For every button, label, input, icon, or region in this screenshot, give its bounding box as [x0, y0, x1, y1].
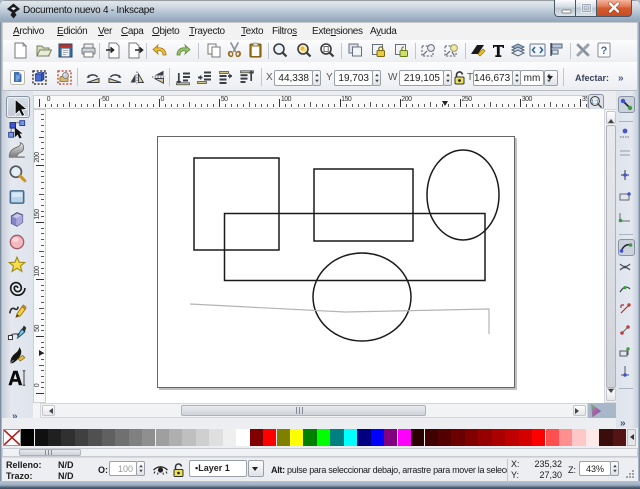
svg-text:?: ?: [601, 45, 608, 57]
svg-text:1:1: 1:1: [591, 99, 599, 105]
